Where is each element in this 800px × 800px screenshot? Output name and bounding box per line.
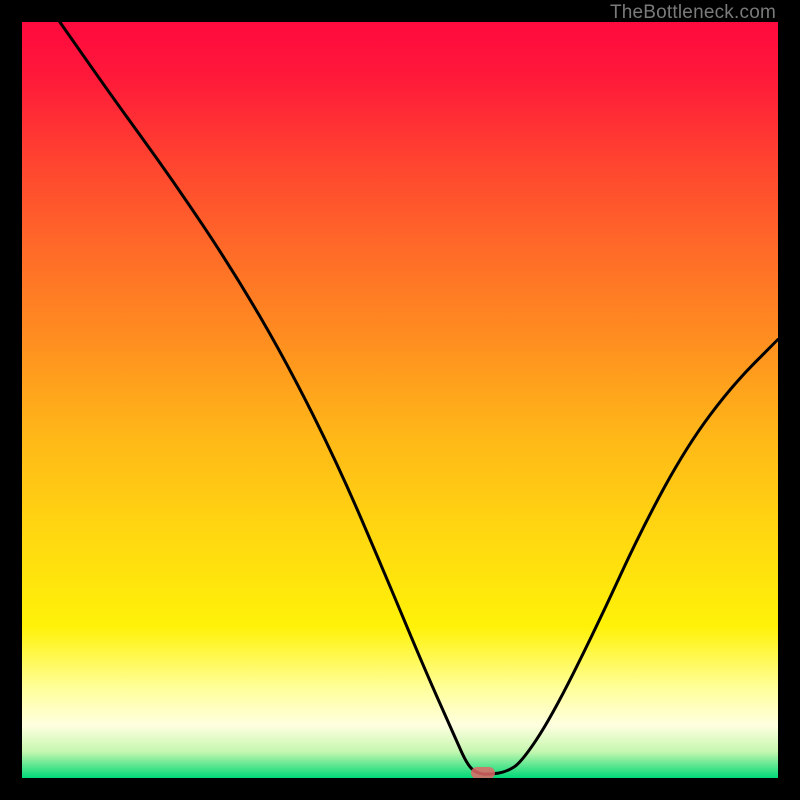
optimum-marker [471, 767, 495, 778]
watermark-text: TheBottleneck.com [610, 2, 776, 24]
gradient-background [22, 22, 778, 778]
chart-frame: TheBottleneck.com [0, 0, 800, 800]
plot-area [22, 22, 778, 778]
